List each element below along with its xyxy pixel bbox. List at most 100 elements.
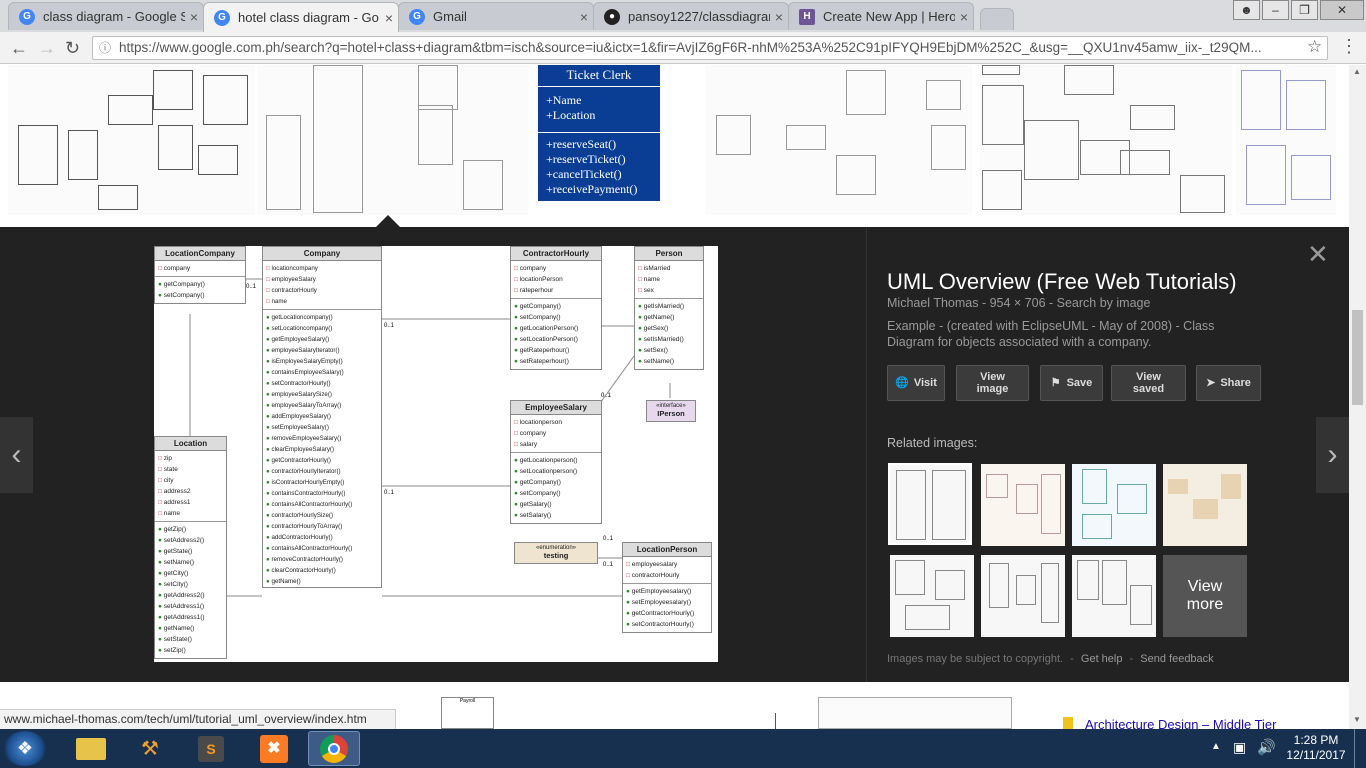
button-label: Share [1220,377,1251,389]
tab-hotel-class-diagram[interactable]: G hotel class diagram - Go × [203,2,399,32]
address-bar[interactable]: ⓘ https://www.google.com.ph/search?q=hot… [92,36,1328,60]
result-thumbnail[interactable] [258,65,528,215]
result-thumbnail[interactable]: Payroll [441,697,494,729]
vertical-scrollbar[interactable]: ▲ ▼ [1349,65,1366,729]
volume-icon[interactable]: 🔊 [1257,738,1276,756]
class-employee-salary: EmployeeSalary locationperson company sa… [510,400,602,524]
tab-title: pansoy1227/classdiagran [628,9,770,24]
view-more-button[interactable]: View more [1163,555,1247,637]
scroll-up-icon[interactable]: ▲ [1353,67,1361,76]
share-button[interactable]: ➤ Share [1196,365,1261,401]
class-name: ContractorHourly [511,247,601,261]
related-image[interactable] [890,555,974,637]
bookmark-star-icon[interactable]: ☆ [1307,37,1322,57]
show-desktop-button[interactable] [1354,729,1366,768]
file-explorer-button[interactable] [65,731,117,766]
view-image-button[interactable]: View image [956,365,1029,401]
uml-class-diagram[interactable]: 0..1 0..1 0..1 0..1 0..1 0..1 LocationCo… [154,246,718,662]
scroll-down-icon[interactable]: ▼ [1353,715,1361,724]
related-image[interactable] [981,555,1065,637]
chrome-button[interactable] [308,731,360,766]
method: setName() [638,356,700,367]
heroku-icon: H [799,8,815,25]
method: getContractorHourly() [266,455,378,466]
chrome-icon [320,734,348,763]
related-image[interactable] [1072,555,1156,637]
class-name: LocationCompany [155,247,245,261]
method: getLocationperson() [514,455,598,466]
sublime-text-button[interactable]: S [185,731,237,766]
result-thumbnail[interactable] [1236,65,1336,215]
folder-icon [76,737,106,760]
xampp-button[interactable]: ✖ [248,731,300,766]
attribute: employeesalary [626,559,708,570]
result-thumbnail[interactable] [8,65,255,215]
windows-logo-icon: ❖ [16,738,34,758]
result-link[interactable]: Architecture Design – Middle Tier [1085,717,1276,729]
scroll-thumb[interactable] [1352,310,1363,405]
method: getContractorHourly() [626,608,708,619]
attribute: company [514,428,598,439]
tab-heroku[interactable]: H Create New App | Heroku × [788,2,974,30]
close-icon[interactable]: × [380,10,398,26]
close-icon[interactable]: × [185,9,203,25]
tab-github[interactable]: ● pansoy1227/classdiagran × [593,2,789,30]
reload-icon[interactable]: ↻ [65,38,80,59]
method: removeEmployeeSalary() [266,433,378,444]
clock[interactable]: 1:28 PM 12/11/2017 [1284,733,1348,763]
method: containsEmployeeSalary() [266,367,378,378]
start-button[interactable]: ❖ [3,731,47,766]
toolbar: ← → ↻ ⓘ https://www.google.com.ph/search… [0,32,1366,64]
tab-gmail[interactable]: G Gmail × [398,2,594,30]
menu-icon[interactable]: ⋮ [1340,36,1358,57]
result-thumbnail[interactable] [818,697,1012,729]
save-button[interactable]: ⚑ Save [1040,365,1103,401]
class-location-company: LocationCompany company getCompany() set… [154,246,246,304]
related-image[interactable] [888,463,972,545]
close-icon[interactable]: × [955,9,973,25]
related-image[interactable] [1072,464,1156,546]
visit-button[interactable]: 🌐 Visit [887,365,945,401]
button-label: Save [1066,377,1093,389]
attribute: sex [638,285,700,296]
view-saved-button[interactable]: View saved [1111,365,1186,401]
get-help-link[interactable]: Get help [1081,653,1123,665]
attribute: locationperson [514,417,598,428]
minimize-button[interactable]: – [1262,0,1289,20]
close-icon[interactable]: × [575,9,593,25]
tab-class-diagram[interactable]: G class diagram - Google S × [8,2,204,30]
close-icon[interactable]: × [770,9,788,25]
network-icon[interactable]: ▣ [1233,739,1246,756]
status-bar: www.michael-thomas.com/tech/uml/tutorial… [0,709,396,729]
image-title[interactable]: UML Overview (Free Web Tutorials) [887,269,1237,295]
new-tab-button[interactable] [980,8,1014,30]
user-icon[interactable]: ☻ [1233,0,1260,20]
maximize-button[interactable]: ❐ [1291,0,1318,20]
divider [775,713,776,729]
show-hidden-icons[interactable]: ▲ [1211,741,1221,752]
related-image[interactable] [1163,464,1247,546]
result-thumbnail[interactable] [706,65,972,215]
attribute: address1 [158,497,223,508]
ticket-clerk-attributes: +Name +Location [538,87,660,133]
back-arrow-icon[interactable]: ← [10,38,28,59]
tab-strip: G class diagram - Google S × G hotel cla… [0,0,1366,32]
image-results-row: Ticket Clerk +Name +Location +reserveSea… [0,65,1349,227]
next-image-button[interactable]: › [1316,417,1349,493]
method: containsAllContractorHourly() [266,499,378,510]
previous-image-button[interactable]: ‹ [0,417,33,493]
forward-arrow-icon[interactable]: → [38,38,56,59]
multiplicity-label: 0..1 [246,284,257,290]
close-window-button[interactable]: ✕ [1320,0,1364,20]
related-image[interactable] [981,464,1065,546]
tools-app-button[interactable]: ⚒ [124,731,176,766]
method: setLocationPerson() [514,334,598,345]
result-thumbnail[interactable] [980,65,1232,215]
ticket-clerk-thumbnail[interactable]: Ticket Clerk +Name +Location +reserveSea… [538,65,660,201]
ticket-clerk-title: Ticket Clerk [538,65,660,87]
close-icon[interactable]: ✕ [1307,241,1329,267]
method: employeeSalaryToArray() [266,400,378,411]
send-feedback-link[interactable]: Send feedback [1140,653,1213,665]
attribute: salary [514,439,598,450]
method: getEmployeesalary() [626,586,708,597]
